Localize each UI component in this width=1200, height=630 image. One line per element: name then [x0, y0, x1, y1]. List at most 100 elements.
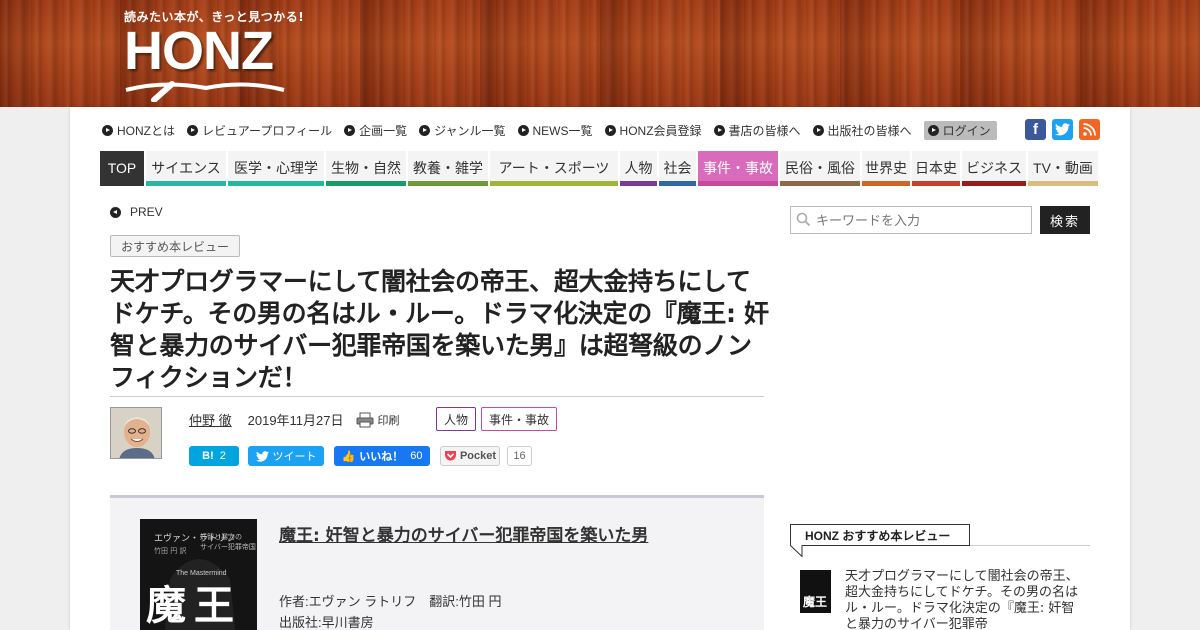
pocket-label: Pocket [459, 450, 497, 462]
arrow-circle-icon [419, 124, 431, 136]
arrow-circle-icon [713, 124, 725, 136]
search-button-label: 検索 [1049, 213, 1080, 229]
print-label: 印刷 [377, 414, 400, 427]
facebook-glyph: f [1033, 121, 1038, 138]
nav-label: NEWS一覧 [532, 123, 593, 138]
book-cover-image[interactable]: エヴァン・ラトリフ 竹田 円 訳 奸智と暴力の サイバー犯罪帝国 The Mas… [140, 519, 257, 630]
twitter-bird-icon [1055, 123, 1070, 136]
tab-label: TOP [107, 159, 137, 176]
search-icon [796, 212, 811, 227]
tag-label: 事件・事故 [489, 412, 550, 427]
search-input[interactable] [790, 206, 1032, 234]
book-cover-art: エヴァン・ラトリフ 竹田 円 訳 奸智と暴力の サイバー犯罪帝国 The Mas… [140, 519, 257, 630]
facebook-icon[interactable]: f [1025, 119, 1046, 140]
arrow-circle-icon [927, 124, 939, 136]
twitter-icon[interactable] [1052, 119, 1073, 140]
prev-link[interactable]: PREV [110, 205, 163, 219]
title-divider [110, 396, 764, 397]
book-title-link[interactable]: 魔王: 奸智と暴力のサイバー犯罪帝国を築いた男 [279, 521, 648, 546]
pocket-icon [444, 451, 456, 461]
tab-label: ビジネス [966, 159, 1022, 176]
tab-label: 人物 [624, 159, 653, 176]
thumbs-up-icon: 👍 [341, 450, 356, 463]
tab-world-history[interactable]: 世界史 [862, 151, 910, 186]
login-button[interactable]: ログイン [923, 120, 997, 140]
nav-publishers[interactable]: 出版社の皆様へ [812, 122, 912, 139]
nav-label: 出版社の皆様へ [827, 123, 912, 138]
nav-reviewer-profile[interactable]: レビュアープロフィール [187, 122, 332, 139]
tag-incidents-accidents[interactable]: 事件・事故 [481, 407, 558, 431]
tab-science[interactable]: サイエンス [146, 151, 226, 186]
tab-label: 民俗・風俗 [785, 159, 855, 176]
printer-icon [356, 412, 374, 427]
hatena-count: 2 [219, 450, 226, 462]
tab-folklore-customs[interactable]: 民俗・風俗 [780, 151, 860, 186]
tab-biology-nature[interactable]: 生物・自然 [326, 151, 406, 186]
like-count: 60 [410, 450, 423, 462]
category-nav: TOP サイエンス 医学・心理学 生物・自然 教養・雑学 アート・スポーツ 人物… [100, 151, 1100, 186]
tab-society[interactable]: 社会 [659, 151, 696, 186]
tab-label: TV・動画 [1033, 159, 1093, 176]
tab-label: 生物・自然 [331, 159, 401, 176]
tab-label: 医学・心理学 [234, 159, 318, 176]
tab-label: 教養・雑学 [413, 159, 483, 176]
tab-business[interactable]: ビジネス [962, 151, 1026, 186]
nav-about[interactable]: HONZとは [102, 122, 175, 139]
hatena-icon: B! [202, 450, 214, 462]
cover-english-title: The Mastermind [176, 570, 227, 577]
sidebar-review-link[interactable]: 天才プログラマーにして闇社会の帝王、超大金持ちにしてドケチ。その男の名はル・ルー… [845, 569, 1080, 630]
facebook-like-button[interactable]: 👍 いいね！ 60 [334, 446, 430, 466]
article-meta: 仲野 徹 2019年11月27日 印刷 [189, 410, 400, 429]
cover-title: 魔王 [146, 583, 242, 629]
pocket-count: 16 [507, 446, 532, 466]
honz-logo[interactable]: 読みたい本が、きっと見つかる! HONZ [124, 8, 304, 102]
tag-people[interactable]: 人物 [436, 407, 477, 431]
tab-japanese-history[interactable]: 日本史 [912, 151, 960, 186]
pocket-button[interactable]: Pocket [440, 446, 500, 466]
sidebar-book-thumbnail[interactable]: 魔王 [800, 570, 831, 613]
author-avatar[interactable] [110, 407, 162, 459]
svg-text:竹田 円 訳: 竹田 円 訳 [154, 546, 186, 555]
book-credits: 作者:エヴァン ラトリフ 翻訳:竹田 円 [279, 594, 502, 609]
svg-text:サイバー犯罪帝国: サイバー犯罪帝国 [200, 542, 256, 551]
tab-label: 日本史 [915, 159, 957, 176]
nav-member-register[interactable]: HONZ会員登録 [604, 122, 702, 139]
tab-people[interactable]: 人物 [620, 151, 657, 186]
nav-news[interactable]: NEWS一覧 [517, 122, 593, 139]
arrow-circle-icon [517, 124, 529, 136]
print-button[interactable]: 印刷 [356, 412, 400, 428]
like-label: いいね！ [359, 451, 404, 463]
tab-top[interactable]: TOP [100, 151, 144, 186]
book-publisher: 出版社:早川書房 [279, 615, 374, 630]
author-portrait [111, 408, 161, 458]
nav-label: ジャンル一覧 [434, 123, 506, 138]
tab-label: アート・スポーツ [498, 159, 610, 176]
publish-date: 2019年11月27日 [247, 413, 344, 428]
tab-label: 事件・事故 [703, 159, 773, 176]
sidebar-cover-title: 魔王 [803, 594, 827, 609]
nav-label: HONZ会員登録 [619, 123, 702, 138]
tab-label: 社会 [663, 159, 692, 176]
tab-tv-video[interactable]: TV・動画 [1028, 151, 1098, 186]
arrow-circle-icon [344, 124, 356, 136]
tab-liberal-arts[interactable]: 教養・雑学 [408, 151, 488, 186]
nav-label: ログイン [942, 123, 991, 138]
tab-incidents-accidents[interactable]: 事件・事故 [698, 151, 778, 186]
hatena-bookmark-button[interactable]: B! 2 [189, 446, 239, 466]
magnifier-icon [125, 81, 285, 102]
nav-features[interactable]: 企画一覧 [344, 122, 407, 139]
tab-art-sports[interactable]: アート・スポーツ [490, 151, 618, 186]
review-type-badge[interactable]: おすすめ本レビュー [110, 235, 241, 257]
author-link[interactable]: 仲野 徹 [189, 410, 232, 429]
nav-genres[interactable]: ジャンル一覧 [419, 122, 506, 139]
arrow-circle-icon [187, 124, 198, 136]
tag-label: 人物 [444, 412, 469, 427]
pocket-count-value: 16 [513, 450, 526, 462]
tweet-button[interactable]: ツイート [248, 446, 324, 466]
rss-icon[interactable] [1079, 119, 1100, 140]
nav-bookstores[interactable]: 書店の皆様へ [713, 122, 801, 139]
rss-feed-icon [1083, 123, 1096, 136]
search-button[interactable]: 検索 [1040, 206, 1090, 234]
arrow-circle-icon [604, 124, 616, 136]
tab-medicine-psychology[interactable]: 医学・心理学 [228, 151, 324, 186]
